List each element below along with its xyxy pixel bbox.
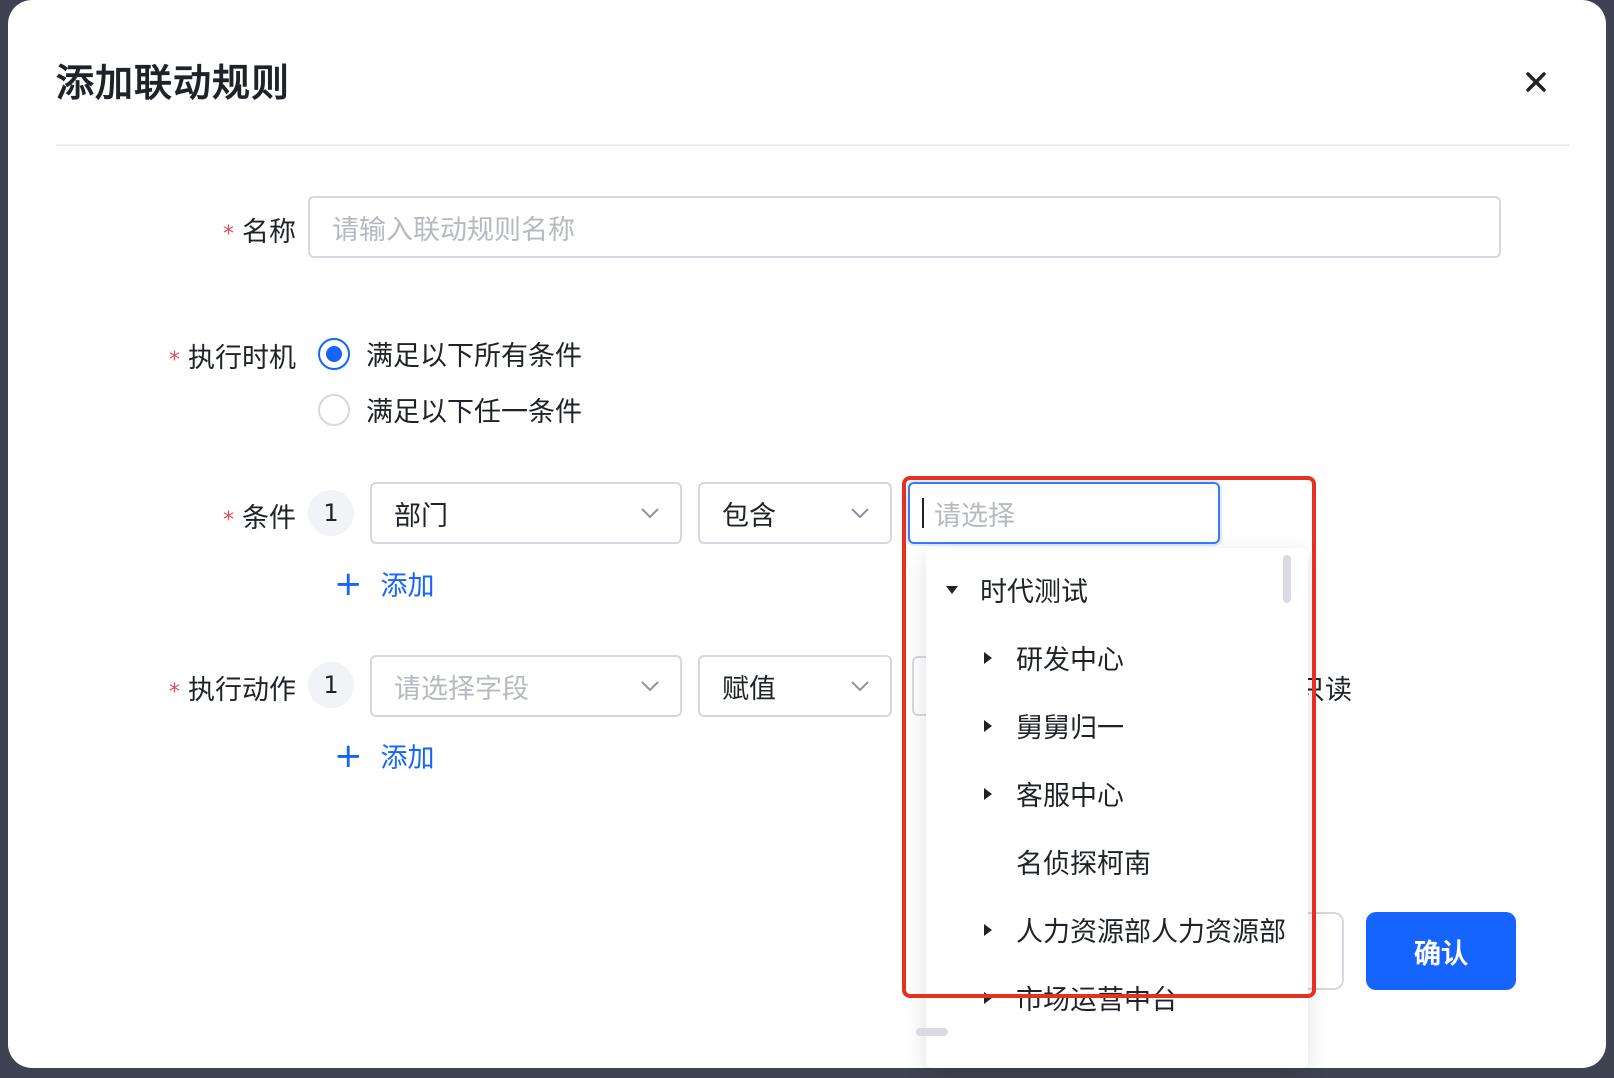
department-tree-dropdown[interactable]: 时代测试 研发中心 舅舅归一 客服中心 名侦探柯南 人力资源部人力资源部 市场运… bbox=[926, 548, 1308, 1068]
tree-node-label: 名侦探柯南 bbox=[1016, 849, 1151, 880]
action-index-badge: 1 bbox=[308, 662, 354, 708]
caret-right-icon bbox=[974, 719, 1002, 733]
condition-value-placeholder: 请选择 bbox=[934, 500, 1015, 532]
tree-node[interactable]: 舅舅归一 bbox=[974, 706, 1124, 745]
caret-right-icon bbox=[974, 991, 1002, 1005]
tree-node-label: 舅舅归一 bbox=[1016, 713, 1124, 744]
radio-all-conditions[interactable]: 满足以下所有条件 bbox=[318, 334, 582, 373]
chevron-down-icon bbox=[641, 681, 659, 692]
tree-node-label: 市场运营中台 bbox=[1016, 985, 1178, 1016]
radio-any-label: 满足以下任一条件 bbox=[366, 397, 582, 428]
plus-icon: + bbox=[334, 563, 363, 604]
plus-icon: + bbox=[334, 735, 363, 776]
add-condition-button[interactable]: + 添加 bbox=[334, 564, 435, 603]
action-field-select[interactable]: 请选择字段 bbox=[370, 655, 682, 717]
required-mark: * bbox=[169, 348, 180, 373]
action-operator-select[interactable]: 赋值 bbox=[698, 655, 892, 717]
condition-field-value: 部门 bbox=[394, 500, 448, 532]
tree-node[interactable]: 研发中心 bbox=[974, 638, 1124, 677]
radio-any-condition[interactable]: 满足以下任一条件 bbox=[318, 390, 582, 429]
caret-right-icon bbox=[974, 787, 1002, 801]
dialog-title: 添加联动规则 bbox=[56, 61, 291, 105]
name-input[interactable]: 请输入联动规则名称 bbox=[308, 196, 1501, 258]
condition-index-badge: 1 bbox=[308, 490, 354, 536]
add-condition-label: 添加 bbox=[380, 571, 435, 602]
dropdown-vertical-scrollbar[interactable] bbox=[1283, 555, 1291, 603]
caret-down-icon bbox=[938, 585, 966, 595]
radio-unselected-icon bbox=[318, 393, 350, 426]
action-label: * 执行动作 bbox=[169, 675, 296, 706]
chevron-down-icon bbox=[851, 681, 869, 692]
condition-operator-value: 包含 bbox=[722, 500, 776, 532]
close-icon[interactable] bbox=[1516, 62, 1556, 102]
tree-node[interactable]: 客服中心 bbox=[974, 774, 1124, 813]
required-mark: * bbox=[169, 680, 180, 705]
text-caret bbox=[922, 498, 924, 528]
add-action-label: 添加 bbox=[380, 743, 435, 774]
linkage-rule-dialog: 添加联动规则 * 名称 请输入联动规则名称 * 执行时机 满足以下所有条件 满足以下… bbox=[8, 0, 1606, 1068]
condition-label: * 条件 bbox=[223, 503, 296, 534]
name-label: * 名称 bbox=[223, 217, 296, 248]
add-action-button[interactable]: + 添加 bbox=[334, 736, 435, 775]
required-mark: * bbox=[223, 508, 234, 533]
chevron-down-icon bbox=[641, 508, 659, 519]
caret-right-icon bbox=[974, 651, 1002, 665]
tree-node-label: 研发中心 bbox=[1016, 645, 1124, 676]
name-input-placeholder: 请输入联动规则名称 bbox=[332, 214, 575, 246]
radio-all-label: 满足以下所有条件 bbox=[366, 341, 582, 372]
action-operator-value: 赋值 bbox=[722, 673, 776, 705]
condition-field-select[interactable]: 部门 bbox=[370, 482, 682, 544]
tree-node[interactable]: 人力资源部人力资源部 bbox=[974, 910, 1304, 949]
condition-operator-select[interactable]: 包含 bbox=[698, 482, 892, 544]
dropdown-horizontal-scrollbar[interactable] bbox=[916, 1028, 948, 1036]
required-mark: * bbox=[223, 222, 234, 247]
timing-label: * 执行时机 bbox=[169, 343, 296, 374]
chevron-down-icon bbox=[851, 508, 869, 519]
caret-right-icon bbox=[974, 923, 1002, 937]
header-divider bbox=[56, 144, 1569, 146]
tree-node[interactable]: 市场运营中台 bbox=[974, 978, 1178, 1017]
tree-node-label: 客服中心 bbox=[1016, 781, 1124, 812]
radio-selected-icon bbox=[318, 337, 350, 370]
tree-node-root[interactable]: 时代测试 bbox=[938, 570, 1088, 609]
tree-node-label: 人力资源部人力资源部 bbox=[1016, 917, 1286, 948]
confirm-button[interactable]: 确认 bbox=[1366, 912, 1516, 990]
tree-node-label: 时代测试 bbox=[980, 577, 1088, 608]
tree-node-leaf[interactable]: 名侦探柯南 bbox=[974, 842, 1151, 881]
condition-value-select[interactable]: 请选择 bbox=[908, 482, 1220, 544]
action-field-placeholder: 请选择字段 bbox=[394, 673, 529, 705]
